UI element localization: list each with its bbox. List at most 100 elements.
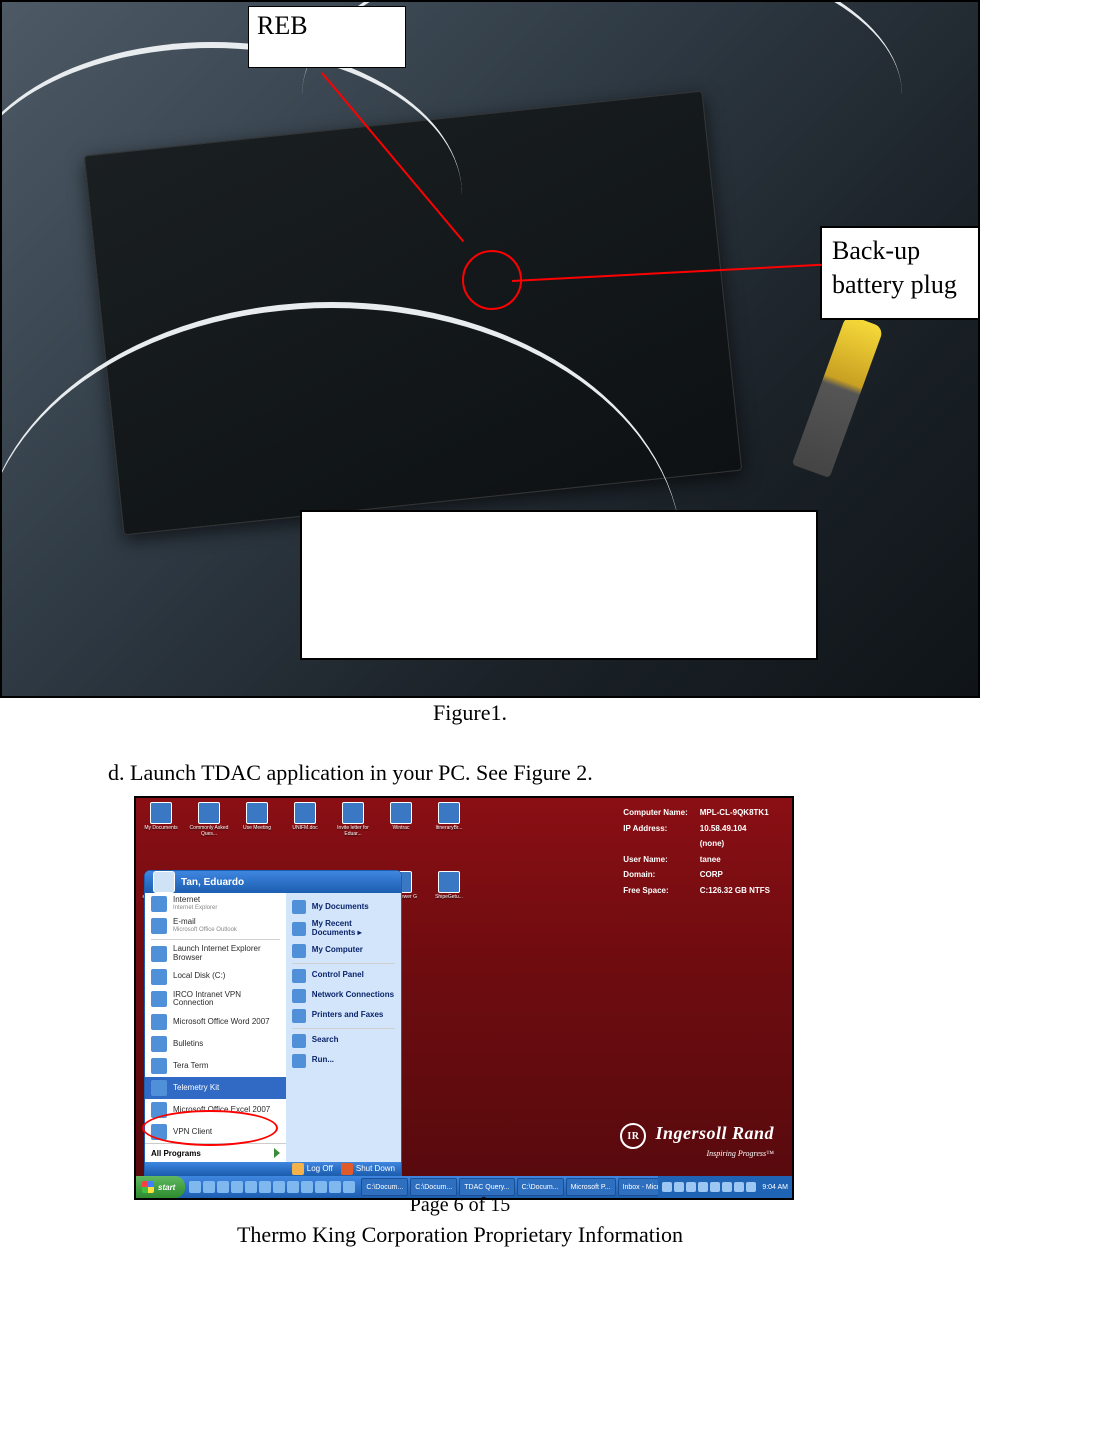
- quicklaunch-icon[interactable]: [273, 1181, 285, 1193]
- quicklaunch-icon[interactable]: [231, 1181, 243, 1193]
- start-menu-item-label: Bulletins: [173, 1040, 203, 1049]
- user-avatar-icon: [153, 871, 175, 893]
- tray-icon[interactable]: [686, 1182, 696, 1192]
- start-menu-places-item[interactable]: My Documents: [286, 897, 401, 917]
- quicklaunch-icon[interactable]: [189, 1181, 201, 1193]
- app-icon: [151, 946, 167, 962]
- ingersoll-rand-logo: IR Ingersoll Rand Inspiring Progress™: [620, 1123, 774, 1159]
- logoff-icon: [292, 1163, 304, 1175]
- page-number: Page 6 of 15: [0, 1194, 920, 1217]
- file-icon: [150, 802, 172, 824]
- red-circle-highlight: [462, 250, 522, 310]
- proprietary-footer: Thermo King Corporation Proprietary Info…: [0, 1222, 920, 1248]
- start-menu-username: Tan, Eduardo: [181, 877, 244, 888]
- start-label: start: [158, 1183, 175, 1192]
- start-menu-item[interactable]: Microsoft Office Word 2007: [145, 1011, 286, 1033]
- shutdown-icon: [341, 1163, 353, 1175]
- desktop-icon[interactable]: Invite letter for Eduar...: [332, 802, 374, 846]
- place-icon: [292, 1009, 306, 1023]
- quicklaunch-icon[interactable]: [287, 1181, 299, 1193]
- quicklaunch-icon[interactable]: [329, 1181, 341, 1193]
- file-icon: [342, 802, 364, 824]
- quicklaunch-icon[interactable]: [301, 1181, 313, 1193]
- windows-flag-icon: [142, 1181, 154, 1193]
- label-ip: IP Address:: [623, 822, 697, 836]
- desktop-icon[interactable]: My Documents: [140, 802, 182, 846]
- start-menu-item-label: E-mailMicrosoft Office Outlook: [173, 918, 237, 933]
- start-menu-item[interactable]: Local Disk (C:): [145, 966, 286, 988]
- desktop-background: Computer Name: MPL-CL-9QK8TK1 IP Address…: [136, 798, 792, 1198]
- tray-icon[interactable]: [734, 1182, 744, 1192]
- desktop-icon[interactable]: Commonly Asked Ques...: [188, 802, 230, 846]
- app-icon: [151, 969, 167, 985]
- start-menu-item-label: InternetInternet Explorer: [173, 896, 217, 911]
- place-icon: [292, 900, 306, 914]
- start-menu-places-item[interactable]: Search: [286, 1031, 401, 1051]
- desktop-icon[interactable]: Use Meeting: [236, 802, 278, 846]
- start-menu-item[interactable]: InternetInternet Explorer: [145, 893, 286, 915]
- desktop-icon-label: Wintrac: [393, 826, 410, 832]
- desktop-icon-label: Use Meeting: [243, 826, 271, 832]
- start-menu-item-label: Microsoft Office Word 2007: [173, 1018, 270, 1027]
- start-menu-places-item[interactable]: Network Connections: [286, 986, 401, 1006]
- start-menu-item[interactable]: VPN Client: [145, 1121, 286, 1143]
- start-menu-item[interactable]: IRCO Intranet VPN Connection: [145, 988, 286, 1012]
- desktop-icon[interactable]: UNIFM.doc: [284, 802, 326, 846]
- figure1-photo: REB Back-up battery plug: [0, 0, 980, 698]
- start-menu-places-item[interactable]: Printers and Faxes: [286, 1006, 401, 1026]
- logoff-label: Log Off: [307, 1164, 333, 1173]
- tray-icon[interactable]: [746, 1182, 756, 1192]
- quicklaunch-icon[interactable]: [217, 1181, 229, 1193]
- place-icon: [292, 1034, 306, 1048]
- app-icon: [151, 918, 167, 934]
- desktop-icon[interactable]: ShipeGetu...: [428, 871, 470, 915]
- desktop-icon[interactable]: ItineraryBr...: [428, 802, 470, 846]
- quicklaunch-icon[interactable]: [259, 1181, 271, 1193]
- photo-background: REB Back-up battery plug: [2, 2, 978, 696]
- start-menu-item-label: Launch Internet Explorer Browser: [173, 945, 280, 963]
- ir-circle-icon: IR: [620, 1123, 646, 1149]
- label-freespace: Free Space:: [623, 884, 697, 898]
- reb-text: REB: [257, 11, 308, 41]
- quicklaunch-icon[interactable]: [203, 1181, 215, 1193]
- logoff-button[interactable]: Log Off: [292, 1163, 333, 1175]
- start-menu-item-label: Local Disk (C:): [173, 972, 225, 981]
- start-menu-places-label: My Recent Documents ▸: [312, 920, 395, 938]
- start-menu-places-item[interactable]: Control Panel: [286, 966, 401, 986]
- start-menu-item[interactable]: E-mailMicrosoft Office Outlook: [145, 915, 286, 937]
- start-menu-places-item[interactable]: My Computer: [286, 941, 401, 961]
- tray-icon[interactable]: [662, 1182, 672, 1192]
- file-icon: [198, 802, 220, 824]
- white-redaction-box: [300, 510, 818, 660]
- value-freespace: C:126.32 GB NTFS: [700, 884, 780, 898]
- desktop-icon-label: Commonly Asked Ques...: [188, 826, 230, 837]
- all-programs-button[interactable]: All Programs: [145, 1143, 286, 1162]
- battery-callout-label: Back-up battery plug: [820, 226, 980, 320]
- start-menu-item[interactable]: Microsoft Office Excel 2007: [145, 1099, 286, 1121]
- tray-icon[interactable]: [674, 1182, 684, 1192]
- desktop-icon[interactable]: Wintrac: [380, 802, 422, 846]
- start-menu-places-item[interactable]: My Recent Documents ▸: [286, 917, 401, 941]
- reb-callout-label: REB: [248, 6, 406, 68]
- start-menu-item[interactable]: Tera Term: [145, 1055, 286, 1077]
- start-menu-places-label: My Documents: [312, 903, 369, 912]
- shutdown-button[interactable]: Shut Down: [341, 1163, 395, 1175]
- tray-icon[interactable]: [710, 1182, 720, 1192]
- start-menu-places-item[interactable]: Run...: [286, 1051, 401, 1071]
- figure2-screenshot: Computer Name: MPL-CL-9QK8TK1 IP Address…: [134, 796, 794, 1200]
- file-icon: [246, 802, 268, 824]
- quicklaunch-icon[interactable]: [343, 1181, 355, 1193]
- tray-icon[interactable]: [698, 1182, 708, 1192]
- quicklaunch-icon[interactable]: [245, 1181, 257, 1193]
- ir-brand-text: Ingersoll Rand: [655, 1123, 774, 1143]
- start-menu-item[interactable]: Launch Internet Explorer Browser: [145, 942, 286, 966]
- quicklaunch-icon[interactable]: [315, 1181, 327, 1193]
- start-menu-item[interactable]: Telemetry Kit: [145, 1077, 286, 1099]
- value-computer-name: MPL-CL-9QK8TK1: [700, 806, 780, 820]
- app-icon: [151, 991, 167, 1007]
- start-menu-item[interactable]: Bulletins: [145, 1033, 286, 1055]
- start-menu-places-label: Control Panel: [312, 971, 364, 980]
- tray-icon[interactable]: [722, 1182, 732, 1192]
- app-icon: [151, 1124, 167, 1140]
- app-icon: [151, 896, 167, 912]
